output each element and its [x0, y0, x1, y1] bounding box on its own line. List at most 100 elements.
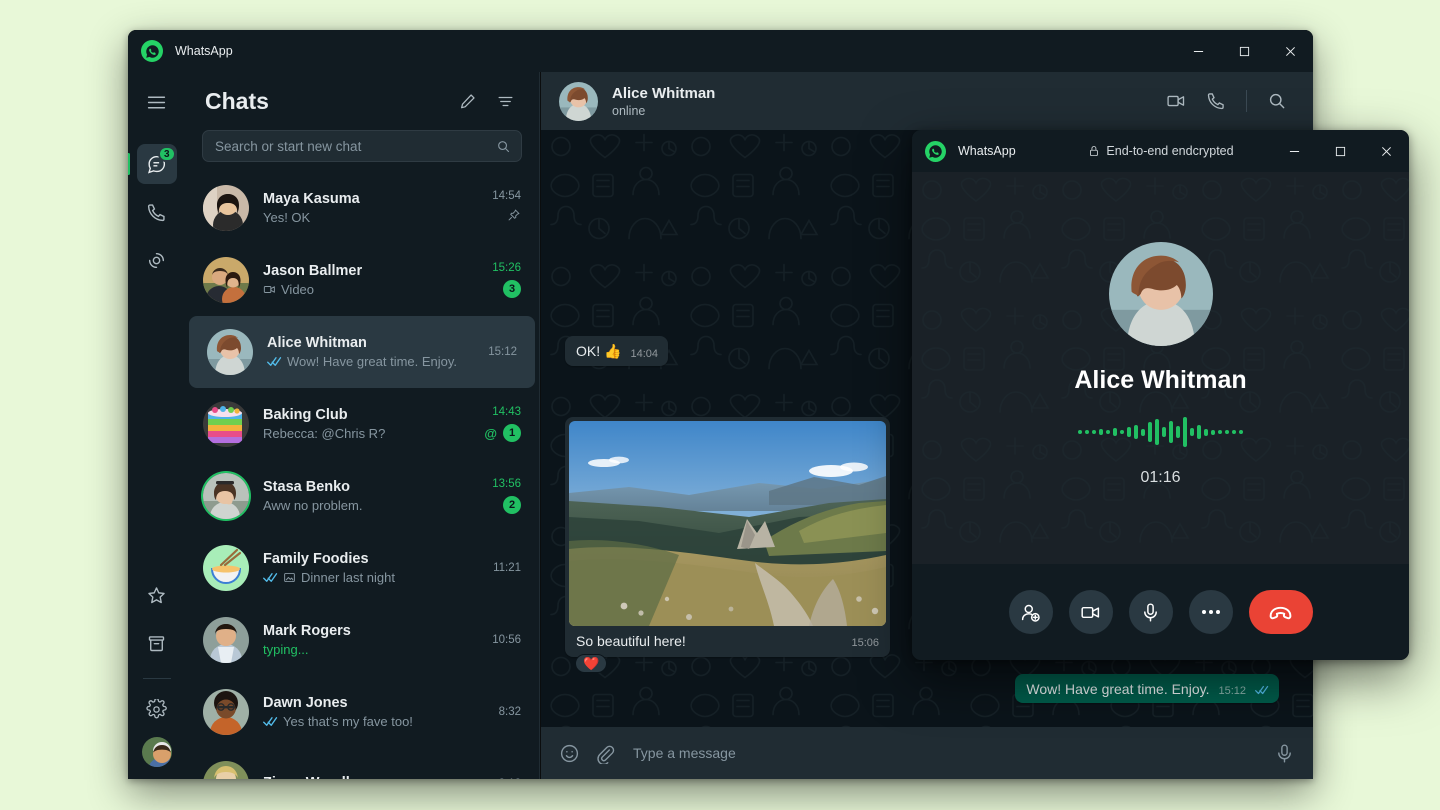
search-in-chat-icon[interactable] — [1259, 83, 1295, 119]
chat-name: Stasa Benko — [263, 479, 484, 495]
list-item-meta: Jason Ballmer Video — [263, 263, 484, 297]
new-chat-icon[interactable] — [451, 85, 483, 117]
conversation-header[interactable]: Alice Whitman online — [541, 72, 1313, 130]
video-icon — [263, 283, 276, 296]
message-bubble[interactable]: OK! 👍 14:04 — [565, 336, 668, 366]
chat-preview-text: Wow! Have great time. Enjoy. — [287, 354, 457, 369]
chat-preview: typing... — [263, 642, 484, 657]
attach-icon[interactable] — [594, 743, 615, 764]
waveform-bar — [1141, 429, 1145, 436]
end-call-icon — [1268, 600, 1293, 625]
image-message-bubble[interactable]: So beautiful here! 15:06 ❤️ — [565, 417, 890, 657]
conversation-header-text: Alice Whitman online — [612, 85, 715, 118]
mute-microphone-button[interactable] — [1129, 590, 1173, 634]
call-contact-name: Alice Whitman — [1074, 366, 1246, 395]
list-item[interactable]: Dawn Jones Yes that's my fave too! 8:32 — [185, 676, 539, 748]
emoji-icon[interactable] — [559, 743, 580, 764]
message-text: Wow! Have great time. Enjoy. — [1026, 681, 1209, 697]
chat-name: Dawn Jones — [263, 695, 491, 711]
chat-rows[interactable]: Maya Kasuma Yes! OK 14:54 — [185, 172, 539, 779]
waveform-bar — [1218, 430, 1222, 434]
main-window-controls — [1175, 30, 1313, 72]
avatar — [203, 257, 249, 303]
search-box[interactable] — [202, 130, 522, 162]
end-call-button[interactable] — [1249, 590, 1313, 634]
chat-name: Maya Kasuma — [263, 191, 484, 207]
sidebar-item-status[interactable] — [137, 240, 177, 280]
lock-icon — [1087, 144, 1099, 158]
list-item[interactable]: Baking Club Rebecca: @Chris R? 14:43 @ 1 — [185, 388, 539, 460]
waveform-bar — [1099, 429, 1103, 435]
call-close-button[interactable] — [1363, 130, 1409, 172]
list-item[interactable]: Family Foodies Dinner last nigh — [185, 532, 539, 604]
image-icon — [283, 571, 296, 584]
maximize-button[interactable] — [1221, 30, 1267, 72]
list-item[interactable]: Jason Ballmer Video 15:26 3 — [185, 244, 539, 316]
waveform-bar — [1155, 419, 1159, 445]
list-item-right: 11:21 — [493, 562, 521, 574]
chat-preview-text: Dinner last night — [301, 570, 395, 585]
voice-call-icon[interactable] — [1198, 83, 1234, 119]
sidebar-item-calls[interactable] — [137, 192, 177, 232]
filter-chats-icon[interactable] — [489, 85, 521, 117]
waveform-bar — [1120, 430, 1124, 434]
list-item[interactable]: Stasa Benko Aww no problem. 13:56 2 — [185, 460, 539, 532]
message-input[interactable] — [633, 745, 1260, 761]
chat-list-header: Chats — [185, 72, 539, 130]
list-item[interactable]: Maya Kasuma Yes! OK 14:54 — [185, 172, 539, 244]
message-text: So beautiful here! — [576, 633, 841, 649]
chat-time: 15:12 — [488, 346, 517, 358]
waveform-bar — [1113, 428, 1117, 436]
message-reaction[interactable]: ❤️ — [575, 654, 607, 673]
add-participant-button[interactable] — [1009, 590, 1053, 634]
avatar — [203, 401, 249, 447]
list-item-meta: Dawn Jones Yes that's my fave too! — [263, 695, 491, 729]
video-call-icon[interactable] — [1158, 83, 1194, 119]
switch-to-video-button[interactable] — [1069, 590, 1113, 634]
message-bubble[interactable]: Wow! Have great time. Enjoy. 15:12 — [1015, 674, 1279, 703]
chat-preview-text: Yes that's my fave too! — [283, 714, 413, 729]
minimize-button[interactable] — [1175, 30, 1221, 72]
call-maximize-button[interactable] — [1317, 130, 1363, 172]
close-button[interactable] — [1267, 30, 1313, 72]
list-item[interactable]: Alice Whitman Wow! Have great time. Enjo… — [189, 316, 535, 388]
avatar — [203, 761, 249, 779]
call-window-title: WhatsApp — [958, 144, 1016, 158]
avatar — [203, 545, 249, 591]
search-input[interactable] — [215, 139, 496, 154]
list-item-right: 10:56 — [492, 634, 521, 646]
chat-time: 11:21 — [493, 562, 521, 574]
status-badge: 3 — [503, 280, 521, 298]
mention-icon: @ — [484, 426, 497, 441]
hamburger-menu-button[interactable] — [137, 82, 177, 122]
contact-name: Alice Whitman — [612, 85, 715, 102]
chat-preview-text: typing... — [263, 642, 309, 657]
chat-name: Alice Whitman — [267, 335, 480, 351]
microphone-icon[interactable] — [1274, 743, 1295, 764]
list-item-right: 8:32 — [499, 706, 521, 718]
list-item-right: 13:56 2 — [492, 478, 521, 514]
list-item-right: 14:54 — [492, 190, 521, 226]
list-item[interactable]: Mark Rogers typing... 10:56 — [185, 604, 539, 676]
message-photo[interactable] — [569, 421, 886, 626]
list-item[interactable]: Ziggy Woodley 8:12 — [185, 748, 539, 779]
chat-preview: Yes that's my fave too! — [263, 714, 491, 729]
encryption-notice: End-to-end endcrypted — [1087, 144, 1233, 158]
avatar — [203, 185, 249, 231]
contact-status: online — [612, 104, 715, 118]
sidebar-item-settings[interactable] — [137, 689, 177, 729]
profile-avatar[interactable] — [142, 737, 172, 767]
status-badge: 2 — [503, 496, 521, 514]
avatar[interactable] — [559, 82, 598, 121]
waveform-bar — [1176, 426, 1180, 438]
whatsapp-logo-icon — [141, 40, 163, 62]
more-options-button[interactable] — [1189, 590, 1233, 634]
call-window-controls — [1271, 130, 1409, 172]
sidebar-item-archived[interactable] — [137, 623, 177, 663]
call-minimize-button[interactable] — [1271, 130, 1317, 172]
sidebar-item-starred[interactable] — [137, 575, 177, 615]
sidebar-item-chats[interactable]: 3 — [137, 144, 177, 184]
chat-name: Family Foodies — [263, 551, 485, 567]
chat-preview: Aww no problem. — [263, 498, 484, 513]
avatar — [203, 617, 249, 663]
